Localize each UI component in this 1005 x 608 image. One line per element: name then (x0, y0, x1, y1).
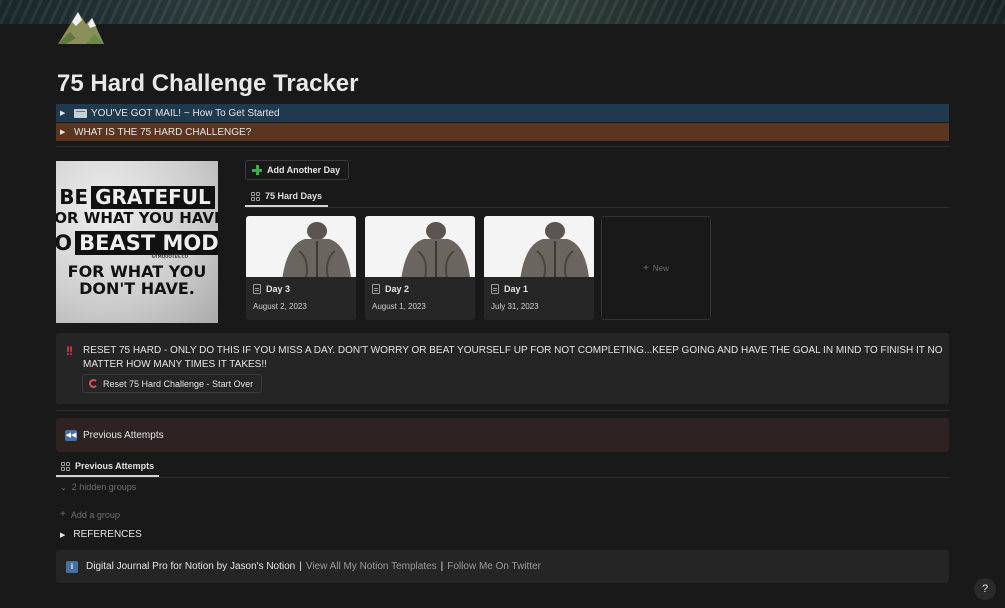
toggle-arrow-icon[interactable]: ▶ (60, 531, 65, 539)
poster-text: DON'T HAVE. (79, 278, 195, 298)
divider (56, 410, 949, 411)
footer-callout: i Digital Journal Pro for Notion by Jaso… (56, 550, 949, 583)
footer-separator: | (299, 561, 302, 572)
references-label: REFERENCES (73, 529, 142, 540)
page-icon (491, 284, 499, 294)
references-toggle[interactable]: ▶ REFERENCES (60, 529, 142, 540)
poster-text: BE (59, 185, 89, 210)
footer-brand: Digital Journal Pro for Notion by Jason'… (86, 561, 296, 572)
cover-image (0, 0, 1005, 24)
poster-text: GO (56, 230, 73, 255)
plus-icon (252, 165, 262, 175)
add-another-day-label: Add Another Day (267, 165, 341, 175)
reset-warning-text: RESET 75 HARD - ONLY DO THIS IF YOU MISS… (83, 345, 943, 370)
challenge-toggle-label: WHAT IS THE 75 HARD CHALLENGE? (74, 126, 252, 138)
page-icon (253, 284, 261, 294)
chevron-down-icon: ⌄ (60, 482, 67, 492)
reset-challenge-button[interactable]: Reset 75 Hard Challenge - Start Over (82, 374, 263, 393)
tab-previous-attempts[interactable]: Previous Attempts (56, 456, 160, 477)
reset-icon (89, 379, 98, 388)
toggle-arrow-icon[interactable]: ▶ (60, 109, 68, 117)
hidden-groups-toggle[interactable]: ⌄ 2 hidden groups (60, 482, 136, 492)
poster-text: GRATEFUL (91, 186, 215, 210)
rewind-icon: ◀◀ (65, 429, 77, 441)
challenge-toggle[interactable]: ▶ WHAT IS THE 75 HARD CHALLENGE? (56, 123, 949, 141)
toggle-arrow-icon[interactable]: ▶ (60, 128, 68, 136)
add-another-day-button[interactable]: Add Another Day (245, 160, 350, 180)
card-date: July 31, 2023 (491, 302, 539, 311)
mail-icon (74, 108, 87, 118)
card-date: August 1, 2023 (372, 302, 426, 311)
card-cover (365, 216, 475, 277)
day-card[interactable]: Day 2 August 1, 2023 (365, 216, 475, 320)
double-exclamation-icon: !! (66, 344, 73, 358)
card-title: Day 1 (504, 284, 529, 294)
tab-divider (245, 207, 949, 208)
day-card[interactable]: Day 3 August 2, 2023 (246, 216, 356, 320)
card-cover (246, 216, 356, 277)
card-cover (484, 216, 594, 277)
statue-image (282, 222, 351, 277)
add-group-button[interactable]: + Add a group (60, 509, 120, 520)
tab-divider (56, 477, 949, 478)
previous-attempts-heading: Previous Attempts (83, 429, 164, 441)
info-icon: i (66, 560, 78, 573)
tab-label: 75 Hard Days (265, 191, 323, 201)
add-group-label: Add a group (70, 509, 120, 520)
reset-button-label: Reset 75 Hard Challenge - Start Over (103, 378, 254, 389)
footer-separator: | (440, 561, 444, 572)
motivation-poster: BEGRATEFUL FOR WHAT YOU HAVE. GOBEAST MO… (56, 161, 218, 323)
reset-callout: !! RESET 75 HARD - ONLY DO THIS IF YOU M… (56, 333, 949, 404)
statue-image (520, 222, 589, 277)
twitter-link[interactable]: Follow Me On Twitter (447, 561, 541, 572)
card-date: August 2, 2023 (253, 302, 307, 311)
page-title: 75 Hard Challenge Tracker (57, 70, 359, 97)
gallery-icon (61, 461, 70, 471)
plus-icon: + (60, 509, 66, 520)
divider (56, 146, 949, 147)
previous-attempts-callout: ◀◀ Previous Attempts (56, 418, 949, 452)
tab-75-hard-days[interactable]: 75 Hard Days (245, 186, 329, 207)
day-card[interactable]: Day 1 July 31, 2023 (484, 216, 594, 320)
new-card-button[interactable]: + New (601, 216, 711, 320)
page-icon (372, 284, 380, 294)
card-title: Day 2 (385, 284, 410, 294)
tab-label: Previous Attempts (75, 461, 155, 471)
plus-icon: + (643, 262, 649, 274)
templates-link[interactable]: View All My Notion Templates (306, 561, 437, 572)
mountain-icon (58, 12, 104, 44)
gallery-icon (251, 191, 260, 201)
statue-image (401, 222, 470, 277)
poster-text: BEAST MODE (75, 230, 218, 255)
hidden-groups-label: 2 hidden groups (71, 482, 137, 492)
poster-credit: GYMQUOTES.CO (151, 254, 188, 259)
help-button[interactable]: ? (974, 578, 996, 600)
card-title: Day 3 (266, 284, 291, 294)
new-card-label: New (652, 263, 669, 273)
poster-text: FOR WHAT YOU HAVE. (56, 209, 218, 228)
mail-toggle-label: YOU'VE GOT MAIL! ~ How To Get Started (91, 107, 280, 119)
mail-toggle[interactable]: ▶ YOU'VE GOT MAIL! ~ How To Get Started (56, 104, 949, 122)
